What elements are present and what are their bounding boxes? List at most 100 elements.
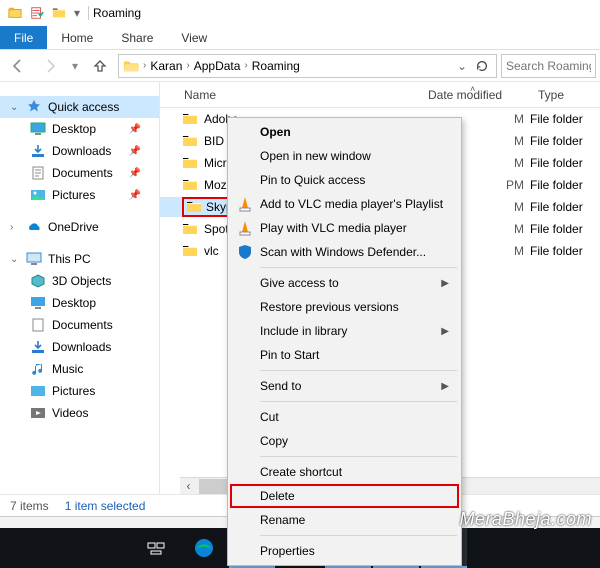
cm-pin-start[interactable]: Pin to Start: [230, 343, 459, 367]
cm-delete[interactable]: Delete: [230, 484, 459, 508]
cm-open[interactable]: Open: [230, 120, 459, 144]
file-type: File folder: [530, 178, 600, 192]
tab-view[interactable]: View: [167, 26, 221, 49]
sidebar-item-pictures[interactable]: Pictures📌: [0, 184, 159, 206]
sidebar-item-label: This PC: [48, 252, 91, 266]
cm-send-to[interactable]: Send to▶: [230, 374, 459, 398]
taskbar-edge[interactable]: [181, 528, 227, 568]
breadcrumb[interactable]: Roaming: [252, 59, 300, 73]
taskbar-taskview[interactable]: [133, 528, 179, 568]
folder-icon: [182, 221, 198, 237]
file-name: BID: [204, 134, 224, 148]
sort-asc-icon: ˄: [470, 84, 475, 94]
cm-label: Delete: [260, 489, 295, 503]
cm-separator: [260, 370, 457, 371]
address-bar[interactable]: › Karan › AppData › Roaming ⌄: [118, 54, 497, 78]
search-input[interactable]: [501, 54, 596, 78]
column-type[interactable]: Type: [530, 88, 600, 102]
tab-home[interactable]: Home: [47, 26, 107, 49]
window-title: Roaming: [93, 6, 141, 20]
address-dropdown-chevron[interactable]: ⌄: [452, 56, 472, 76]
qat-newfolder-icon[interactable]: [48, 3, 70, 23]
breadcrumb[interactable]: AppData: [194, 59, 241, 73]
qat-properties-icon[interactable]: [26, 3, 48, 23]
nav-back-button[interactable]: [4, 53, 32, 79]
folder-icon: [123, 58, 139, 74]
pc-icon: [26, 251, 42, 267]
tab-file[interactable]: File: [0, 26, 47, 49]
status-selected: 1 item selected: [65, 499, 146, 513]
cm-label: Cut: [260, 410, 279, 424]
sidebar-item-label: OneDrive: [48, 220, 99, 234]
sidebar-item-label: 3D Objects: [52, 274, 111, 288]
cm-rename[interactable]: Rename: [230, 508, 459, 532]
cm-label: Pin to Quick access: [260, 173, 365, 187]
search-field[interactable]: [506, 59, 591, 73]
qat-explorer-icon[interactable]: [4, 3, 26, 23]
file-type: File folder: [530, 244, 600, 258]
sidebar-quick-access[interactable]: ⌄ Quick access: [0, 96, 159, 118]
sidebar-item-label: Desktop: [52, 122, 96, 136]
cm-open-new-window[interactable]: Open in new window: [230, 144, 459, 168]
folder-icon: [182, 177, 198, 193]
tab-share[interactable]: Share: [107, 26, 167, 49]
sidebar-item-downloads2[interactable]: Downloads: [0, 336, 159, 358]
breadcrumb[interactable]: Karan: [150, 59, 182, 73]
sidebar-item-desktop2[interactable]: Desktop: [0, 292, 159, 314]
cm-include-library[interactable]: Include in library▶: [230, 319, 459, 343]
sidebar-item-desktop[interactable]: Desktop📌: [0, 118, 159, 140]
column-name[interactable]: Name˄: [160, 88, 420, 102]
cm-copy[interactable]: Copy: [230, 429, 459, 453]
column-label: Name: [184, 88, 216, 102]
documents-icon: [30, 317, 46, 333]
file-type: File folder: [530, 112, 600, 126]
file-type: File folder: [530, 200, 600, 214]
cm-give-access[interactable]: Give access to▶: [230, 271, 459, 295]
sidebar-onedrive[interactable]: ›OneDrive: [0, 216, 159, 238]
vlc-icon: [236, 195, 254, 213]
column-label: Type: [538, 88, 564, 102]
folder-icon: [186, 199, 202, 215]
sidebar-item-downloads[interactable]: Downloads📌: [0, 140, 159, 162]
sidebar-item-3dobjects[interactable]: 3D Objects: [0, 270, 159, 292]
sidebar-thispc[interactable]: ⌄ This PC: [0, 248, 159, 270]
sidebar-item-documents[interactable]: Documents📌: [0, 162, 159, 184]
cm-vlc-play[interactable]: Play with VLC media player: [230, 216, 459, 240]
cm-label: Copy: [260, 434, 288, 448]
sidebar-item-documents2[interactable]: Documents: [0, 314, 159, 336]
cm-cut[interactable]: Cut: [230, 405, 459, 429]
sidebar-item-music[interactable]: Music: [0, 358, 159, 380]
cm-separator: [260, 401, 457, 402]
downloads-icon: [30, 339, 46, 355]
folder-icon: [182, 111, 198, 127]
cm-label: Create shortcut: [260, 465, 342, 479]
vlc-icon: [236, 219, 254, 237]
navigation-pane: ⌄ Quick access Desktop📌 Downloads📌 Docum…: [0, 82, 160, 494]
cm-separator: [260, 267, 457, 268]
nav-up-button[interactable]: [86, 53, 114, 79]
cm-label: Properties: [260, 544, 315, 558]
qat-customize-chevron[interactable]: ▾: [70, 3, 84, 23]
videos-icon: [30, 405, 46, 421]
refresh-button[interactable]: [472, 56, 492, 76]
cm-label: Open: [260, 125, 291, 139]
chevron-down-icon: ⌄: [10, 254, 20, 265]
cm-pin-quick-access[interactable]: Pin to Quick access: [230, 168, 459, 192]
folder-icon: [182, 155, 198, 171]
nav-forward-button: [36, 53, 64, 79]
nav-recent-chevron[interactable]: ▾: [68, 53, 82, 79]
cm-defender[interactable]: Scan with Windows Defender...: [230, 240, 459, 264]
cm-vlc-add[interactable]: Add to VLC media player's Playlist: [230, 192, 459, 216]
crumb-sep-icon: ›: [244, 60, 247, 71]
crumb-sep-icon: ›: [186, 60, 189, 71]
cm-properties[interactable]: Properties: [230, 539, 459, 563]
chevron-right-icon: ▶: [441, 381, 449, 392]
cm-create-shortcut[interactable]: Create shortcut: [230, 460, 459, 484]
folder-icon: [182, 243, 198, 259]
file-type: File folder: [530, 156, 600, 170]
cm-restore[interactable]: Restore previous versions: [230, 295, 459, 319]
sidebar-item-videos[interactable]: Videos: [0, 402, 159, 424]
cloud-icon: [26, 219, 42, 235]
sidebar-item-pictures2[interactable]: Pictures: [0, 380, 159, 402]
scroll-left-icon[interactable]: ‹: [180, 478, 197, 495]
